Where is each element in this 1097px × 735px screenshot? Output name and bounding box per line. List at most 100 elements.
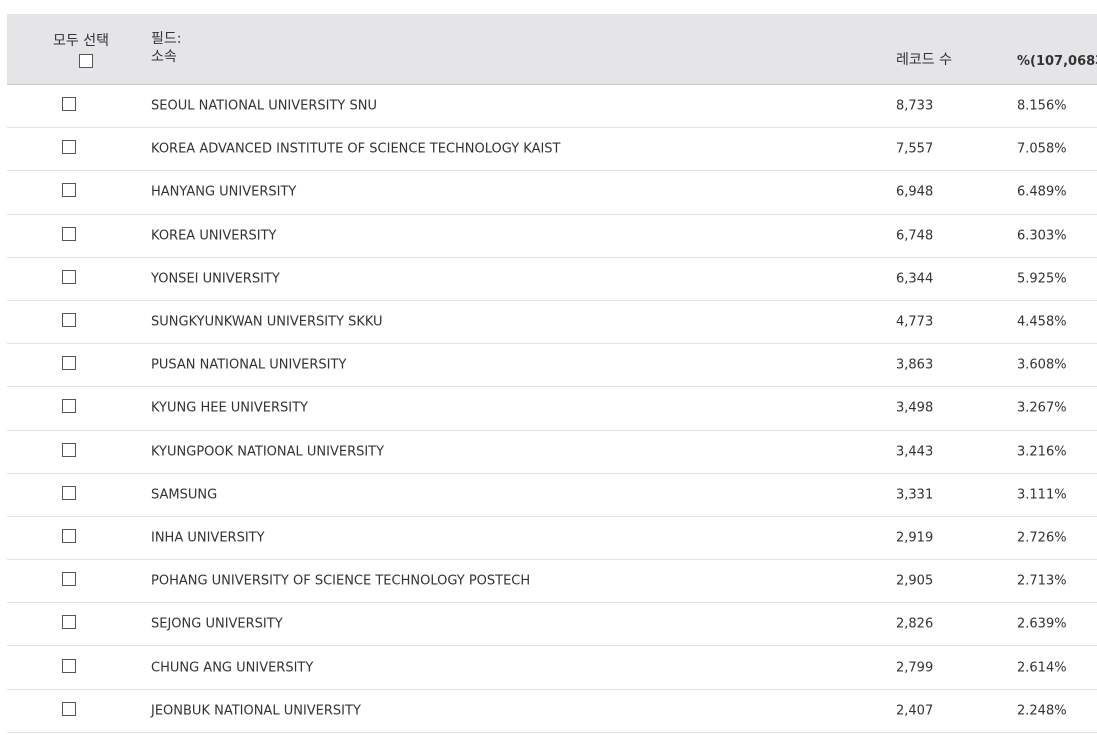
select-all-checkbox[interactable] xyxy=(78,54,93,68)
record-count: 6,948 xyxy=(896,184,934,200)
affiliation-name: SAMSUNG xyxy=(151,487,218,503)
affiliation-name: SEJONG UNIVERSITY xyxy=(151,616,283,632)
record-count: 6,748 xyxy=(896,228,934,244)
record-percent: 2.248% xyxy=(1017,703,1067,719)
affiliation-name: KYUNG HEE UNIVERSITY xyxy=(151,400,308,416)
record-count: 2,826 xyxy=(896,616,934,632)
record-percent: 3.216% xyxy=(1017,444,1067,460)
record-count: 2,407 xyxy=(896,703,934,719)
record-percent: 5.925% xyxy=(1017,271,1067,287)
table-row: KOREA ADVANCED INSTITUTE OF SCIENCE TECH… xyxy=(7,128,1097,172)
row-checkbox-cell xyxy=(62,442,76,461)
row-checkbox-cell xyxy=(62,615,76,633)
record-count: 2,919 xyxy=(896,530,934,546)
table-row: SUNGKYUNKWAN UNIVERSITY SKKU 4,773 4.458% xyxy=(7,301,1097,345)
row-checkbox-cell xyxy=(62,140,76,158)
table-header: 모두 선택 필드: 소속 레코드 수 %(107,068개 xyxy=(7,14,1097,85)
record-count: 3,498 xyxy=(896,400,934,416)
record-count: 6,344 xyxy=(896,271,934,287)
field-column-header: 필드: 소속 xyxy=(151,30,181,66)
record-percent: 6.489% xyxy=(1017,184,1067,200)
table-row: YONSEI UNIVERSITY 6,344 5.925% xyxy=(7,258,1097,301)
affiliation-name: POHANG UNIVERSITY OF SCIENCE TECHNOLOGY … xyxy=(151,573,531,589)
row-checkbox-cell xyxy=(62,658,76,677)
row-checkbox[interactable] xyxy=(62,615,76,630)
row-checkbox-cell xyxy=(62,183,76,201)
row-checkbox[interactable] xyxy=(62,485,76,500)
row-checkbox[interactable] xyxy=(62,658,76,673)
record-count: 8,733 xyxy=(896,98,934,114)
row-checkbox-cell xyxy=(62,399,76,417)
record-count: 3,331 xyxy=(896,487,934,503)
table-row: PUSAN NATIONAL UNIVERSITY 3,863 3.608% xyxy=(7,344,1097,388)
record-percent: 2.639% xyxy=(1017,616,1067,632)
row-checkbox[interactable] xyxy=(62,528,76,543)
table-row: KYUNGPOOK NATIONAL UNIVERSITY 3,443 3.216% xyxy=(7,431,1097,474)
row-checkbox[interactable] xyxy=(62,313,76,328)
affiliation-name: INHA UNIVERSITY xyxy=(151,530,265,546)
record-percent: 2.713% xyxy=(1017,573,1067,589)
table-row: INHA UNIVERSITY 2,919 2.726% xyxy=(7,517,1097,561)
row-checkbox[interactable] xyxy=(62,183,76,198)
row-checkbox[interactable] xyxy=(62,399,76,414)
row-checkbox-cell xyxy=(62,269,76,288)
affiliation-name: SUNGKYUNKWAN UNIVERSITY SKKU xyxy=(151,314,383,330)
affiliation-name: CHUNG ANG UNIVERSITY xyxy=(151,660,314,676)
record-count: 4,773 xyxy=(896,314,934,330)
row-checkbox-cell xyxy=(62,701,76,720)
table-body: SEOUL NATIONAL UNIVERSITY SNU 8,733 8.156%… xyxy=(7,85,1097,733)
percent-header[interactable]: %(107,068개 xyxy=(1017,50,1097,69)
record-percent: 7.058% xyxy=(1017,141,1067,157)
row-checkbox-cell xyxy=(62,572,76,590)
record-count: 2,799 xyxy=(896,660,934,676)
row-checkbox[interactable] xyxy=(62,572,76,587)
record-percent: 8.156% xyxy=(1017,98,1067,114)
row-checkbox[interactable] xyxy=(62,442,76,457)
table-row: SAMSUNG 3,331 3.111% xyxy=(7,474,1097,517)
row-checkbox[interactable] xyxy=(62,97,76,112)
record-count: 7,557 xyxy=(896,141,934,157)
table-row: SEJONG UNIVERSITY 2,826 2.639% xyxy=(7,603,1097,647)
affiliation-name: JEONBUK NATIONAL UNIVERSITY xyxy=(151,703,361,719)
select-all-column: 모두 선택 xyxy=(53,30,109,72)
affiliation-name: KOREA UNIVERSITY xyxy=(151,228,277,244)
affiliation-name: YONSEI UNIVERSITY xyxy=(151,271,280,287)
table-row: KYUNG HEE UNIVERSITY 3,498 3.267% xyxy=(7,387,1097,431)
row-checkbox-cell xyxy=(62,226,76,245)
row-checkbox[interactable] xyxy=(62,226,76,241)
table-row: CHUNG ANG UNIVERSITY 2,799 2.614% xyxy=(7,646,1097,690)
affiliation-name: SEOUL NATIONAL UNIVERSITY SNU xyxy=(151,98,378,114)
affiliation-name: PUSAN NATIONAL UNIVERSITY xyxy=(151,357,347,373)
field-label: 필드: xyxy=(151,31,182,47)
record-count: 2,905 xyxy=(896,573,934,589)
record-count: 3,863 xyxy=(896,357,934,373)
record-percent: 2.614% xyxy=(1017,660,1067,676)
row-checkbox-cell xyxy=(62,356,76,374)
row-checkbox-cell xyxy=(62,97,76,115)
affiliation-name: KYUNGPOOK NATIONAL UNIVERSITY xyxy=(151,444,385,460)
record-percent: 3.608% xyxy=(1017,357,1067,373)
affiliation-name: KOREA ADVANCED INSTITUTE OF SCIENCE TECH… xyxy=(151,141,561,157)
table-row: HANYANG UNIVERSITY 6,948 6.489% xyxy=(7,171,1097,215)
affiliation-name: HANYANG UNIVERSITY xyxy=(151,184,297,200)
record-percent: 3.111% xyxy=(1017,487,1067,503)
record-percent: 4.458% xyxy=(1017,314,1067,330)
row-checkbox[interactable] xyxy=(62,701,76,716)
results-table: 모두 선택 필드: 소속 레코드 수 %(107,068개 SEOUL NATI… xyxy=(7,14,1097,733)
record-percent: 6.303% xyxy=(1017,228,1067,244)
row-checkbox[interactable] xyxy=(62,140,76,155)
row-checkbox-cell xyxy=(62,528,76,547)
table-row: KOREA UNIVERSITY 6,748 6.303% xyxy=(7,215,1097,258)
row-checkbox[interactable] xyxy=(62,356,76,371)
row-checkbox-cell xyxy=(62,485,76,504)
record-count-header[interactable]: 레코드 수 xyxy=(896,49,952,69)
row-checkbox[interactable] xyxy=(62,269,76,284)
record-count: 3,443 xyxy=(896,444,934,460)
record-percent: 3.267% xyxy=(1017,400,1067,416)
record-percent: 2.726% xyxy=(1017,530,1067,546)
select-all-label: 모두 선택 xyxy=(53,33,109,49)
table-row: POHANG UNIVERSITY OF SCIENCE TECHNOLOGY … xyxy=(7,560,1097,604)
table-row: JEONBUK NATIONAL UNIVERSITY 2,407 2.248% xyxy=(7,690,1097,733)
field-value: 소속 xyxy=(151,49,177,65)
table-row: SEOUL NATIONAL UNIVERSITY SNU 8,733 8.156% xyxy=(7,85,1097,129)
